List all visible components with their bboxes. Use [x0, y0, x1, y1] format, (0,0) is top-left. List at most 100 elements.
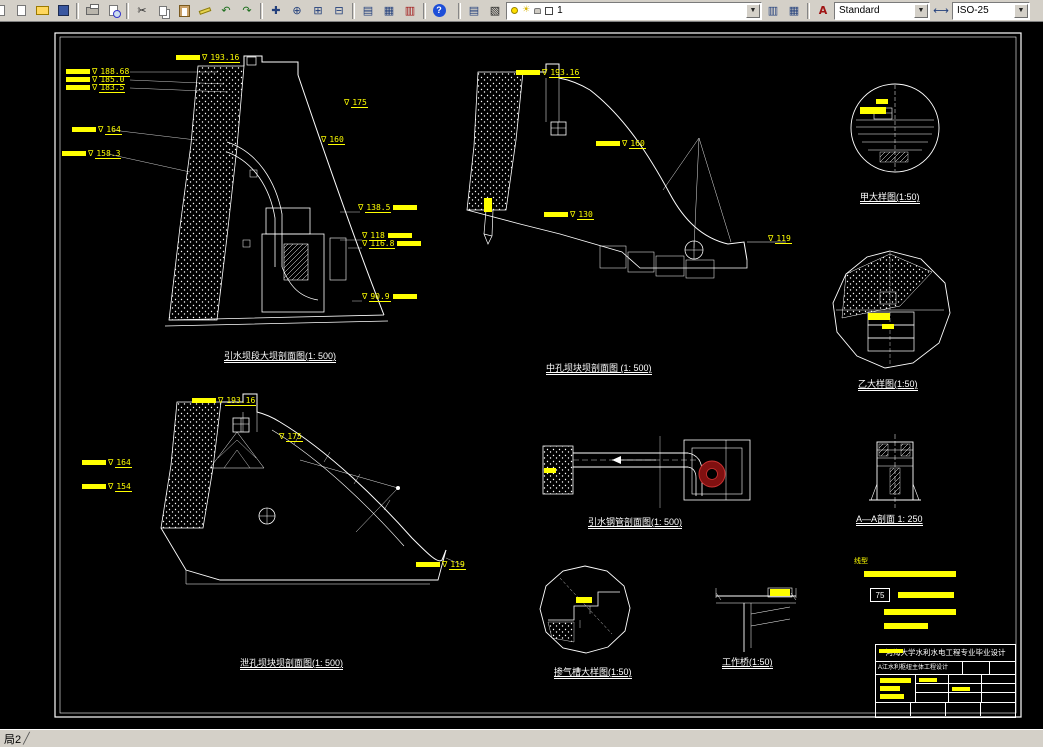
elevation-value: 160 — [328, 134, 345, 145]
layer-combo-arrow[interactable]: ▼ — [746, 3, 760, 18]
legend-title: 线型 — [854, 558, 868, 565]
pan-button[interactable]: ✚ — [266, 2, 286, 20]
layer-name: 1 — [557, 5, 563, 16]
print-preview-button[interactable] — [103, 2, 123, 20]
layer-states-button[interactable]: ▦ — [784, 2, 804, 20]
title-block-cell — [916, 693, 949, 702]
elevation-triangle-icon: ∇ — [542, 67, 548, 77]
elevation-value: 130 — [577, 209, 594, 220]
elevation-value: 119 — [449, 559, 466, 570]
layer-properties-button[interactable]: ▤ — [464, 2, 484, 20]
title-block-cell — [949, 675, 982, 684]
legend-sample-bar — [898, 592, 954, 598]
layer-previous-button[interactable]: ▥ — [763, 2, 783, 20]
title-block-cell — [916, 684, 949, 693]
brush-icon — [198, 6, 212, 15]
title-block-project-row: A江水利枢纽主体工程设计 — [876, 662, 1015, 675]
dim-style-combo[interactable]: ISO-25 ▼ — [952, 1, 1030, 20]
drawing-caption-d9: A—A剖面 1: 250 — [856, 514, 923, 526]
highlight-bar — [868, 313, 890, 320]
elevation-value: 193.16 — [549, 67, 581, 78]
highlight-bar — [952, 687, 970, 691]
drawing-caption-d3: 甲大样图(1:50) — [860, 192, 920, 204]
tab-edge-icon: ╱ — [23, 733, 30, 745]
undo-arrow-icon: ↶ — [221, 4, 231, 17]
dim-style-button[interactable]: ⟷ — [931, 2, 951, 20]
new-file-icon — [16, 5, 26, 16]
designcenter-button[interactable]: ▦ — [379, 2, 399, 20]
zoom-window-button[interactable]: ⊞ — [308, 2, 328, 20]
elevation-label: ∇ 119 — [768, 233, 792, 244]
elevation-triangle-icon: ∇ — [218, 395, 224, 405]
layer-lock-icon[interactable] — [534, 7, 542, 14]
layer-states-icon: ▦ — [788, 4, 800, 17]
layer-color-swatch[interactable] — [545, 6, 554, 15]
title-block-bottom-row — [876, 649, 1015, 716]
drawing-aerator-detail — [539, 565, 631, 654]
open-file-button[interactable] — [32, 2, 52, 20]
help-button[interactable]: ? — [429, 2, 449, 20]
elevation-label: ∇ 154 — [82, 482, 132, 492]
highlight-bar — [860, 107, 886, 114]
elevation-triangle-icon: ∇ — [92, 82, 98, 92]
title-block-cells — [916, 675, 1015, 702]
save-button[interactable] — [53, 2, 73, 20]
copy-icon — [159, 5, 167, 16]
layout-tab[interactable]: 局2 — [4, 731, 21, 747]
make-layer-current-button[interactable]: ▧ — [485, 2, 505, 20]
highlight-bar — [387, 233, 412, 238]
tool-palettes-button[interactable]: ▥ — [400, 2, 420, 20]
drawing-canvas[interactable]: ∇ 193.16 ∇ 188.68 ∇ 185.0 ∇ 183.5 ∇ 164 ∇ 158.… — [0, 22, 1043, 729]
elevation-value: 158.3 — [95, 148, 122, 159]
title-block-cell — [990, 662, 1016, 674]
dim-style-combo-arrow[interactable]: ▼ — [1014, 3, 1028, 18]
title-block-cell — [982, 675, 1015, 684]
layers-icon: ▤ — [468, 4, 480, 17]
elevation-value: 138.5 — [365, 202, 392, 213]
elevation-value: 193.16 — [225, 395, 257, 406]
zoom-previous-button[interactable]: ⊟ — [329, 2, 349, 20]
drawing-caption-d2: 中孔坝块坝剖面图 (1: 500) — [546, 363, 652, 375]
elevation-value: 160 — [629, 138, 646, 149]
zoom-realtime-button[interactable]: ⊕ — [287, 2, 307, 20]
print-button[interactable] — [82, 2, 102, 20]
toolbar: ✂ ↶ ↷ ✚ ⊕ ⊞ ⊟ ▤ ▦ ▥ ? ▤ ▧ ☀ 1 ▼ ▥ ▦ A St… — [0, 0, 1043, 22]
highlight-bar — [576, 597, 592, 603]
elevation-value: 175 — [351, 97, 368, 108]
elevation-label: ∇ 119 — [416, 559, 466, 570]
title-block-cell — [911, 703, 946, 716]
paste-button[interactable] — [174, 2, 194, 20]
layer-previous-icon: ▥ — [767, 4, 779, 17]
title-block-cell — [963, 662, 990, 674]
elevation-label: ∇ 175 — [344, 97, 368, 108]
highlight-bar — [484, 198, 492, 212]
elevation-triangle-icon: ∇ — [321, 134, 327, 144]
cut-button[interactable]: ✂ — [132, 2, 152, 20]
highlight-bar — [544, 212, 568, 217]
title-block: 河海大学水利水电工程专业毕业设计 A江水利枢纽主体工程设计 — [875, 644, 1016, 718]
elevation-triangle-icon: ∇ — [768, 233, 774, 243]
drawing-caption-d1: 引水坝段大坝剖面图(1: 500) — [224, 351, 337, 363]
elevation-triangle-icon: ∇ — [108, 457, 114, 467]
text-style-icon: A — [818, 4, 828, 17]
elevation-label: ∇ 138.5 — [358, 202, 418, 213]
new-file-button[interactable] — [11, 2, 31, 20]
text-style-combo[interactable]: Standard ▼ — [834, 1, 930, 20]
title-block-cell — [981, 703, 1015, 716]
drawing-spillway-section — [160, 393, 465, 585]
text-style-combo-arrow[interactable]: ▼ — [914, 3, 928, 18]
properties-button[interactable]: ▤ — [358, 2, 378, 20]
elevation-value: 175 — [286, 431, 303, 442]
highlight-bar — [770, 589, 790, 596]
undo-button[interactable]: ↶ — [216, 2, 236, 20]
redo-button[interactable]: ↷ — [237, 2, 257, 20]
match-properties-button[interactable] — [195, 2, 215, 20]
highlight-bar — [416, 562, 440, 567]
layer-freeze-sun-icon[interactable]: ☀ — [522, 6, 530, 15]
layer-on-bulb-icon[interactable] — [511, 7, 518, 14]
text-style-button[interactable]: A — [813, 2, 833, 20]
clipped-icon[interactable] — [0, 2, 10, 20]
highlight-bar — [880, 685, 900, 691]
layer-combo[interactable]: ☀ 1 ▼ — [506, 1, 762, 20]
copy-button[interactable] — [153, 2, 173, 20]
